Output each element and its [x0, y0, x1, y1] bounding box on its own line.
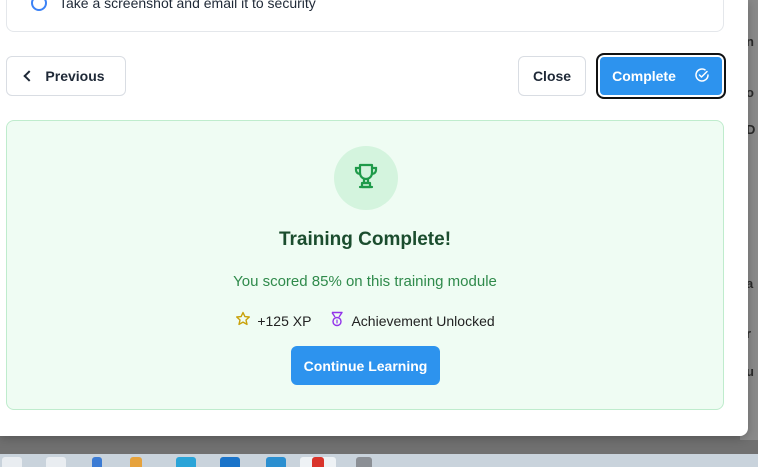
close-button-label: Close	[532, 68, 572, 84]
taskbar-app-icon[interactable]	[266, 457, 286, 467]
training-modal: Take a screenshot and email it to securi…	[0, 0, 748, 436]
rewards-row: +125 XP Achievement Unlocked	[7, 311, 723, 330]
trophy-badge	[334, 146, 398, 210]
score-text: You scored 85% on this training module	[233, 273, 497, 290]
taskbar-app-icon[interactable]	[2, 457, 22, 467]
close-button[interactable]: Close	[518, 56, 586, 96]
continue-learning-button[interactable]: Continue Learning	[291, 346, 440, 385]
answer-option-label: Take a screenshot and email it to securi…	[59, 0, 316, 11]
chevron-left-icon	[23, 70, 36, 82]
answer-option[interactable]: Take a screenshot and email it to securi…	[31, 0, 316, 11]
answer-option-card[interactable]: Take a screenshot and email it to securi…	[6, 0, 724, 32]
complete-button[interactable]: Complete	[596, 53, 726, 99]
achievement-text: Achievement Unlocked	[351, 312, 495, 329]
achievement-reward: Achievement Unlocked	[329, 311, 495, 330]
medal-icon	[329, 311, 345, 330]
star-icon	[235, 311, 251, 330]
complete-button-label: Complete	[612, 68, 676, 84]
taskbar-app-icon[interactable]	[220, 457, 240, 467]
previous-button-label: Previous	[45, 68, 105, 84]
taskbar-app-icon[interactable]	[312, 457, 324, 467]
taskbar-app-icon[interactable]	[356, 457, 372, 467]
taskbar-app-icon[interactable]	[130, 457, 142, 467]
previous-button[interactable]: Previous	[6, 56, 126, 96]
check-circle-icon	[694, 67, 710, 86]
xp-reward: +125 XP	[235, 311, 311, 330]
taskbar-app-icon[interactable]	[92, 457, 102, 467]
taskbar-app-icon[interactable]	[176, 457, 196, 467]
training-result-panel: Training Complete! You scored 85% on thi…	[6, 120, 724, 410]
taskbar	[0, 454, 758, 467]
result-title: Training Complete!	[278, 229, 452, 250]
xp-text: +125 XP	[257, 312, 312, 329]
radio-button[interactable]	[31, 0, 47, 11]
trophy-icon	[350, 160, 382, 197]
taskbar-app-icon[interactable]	[46, 457, 66, 467]
